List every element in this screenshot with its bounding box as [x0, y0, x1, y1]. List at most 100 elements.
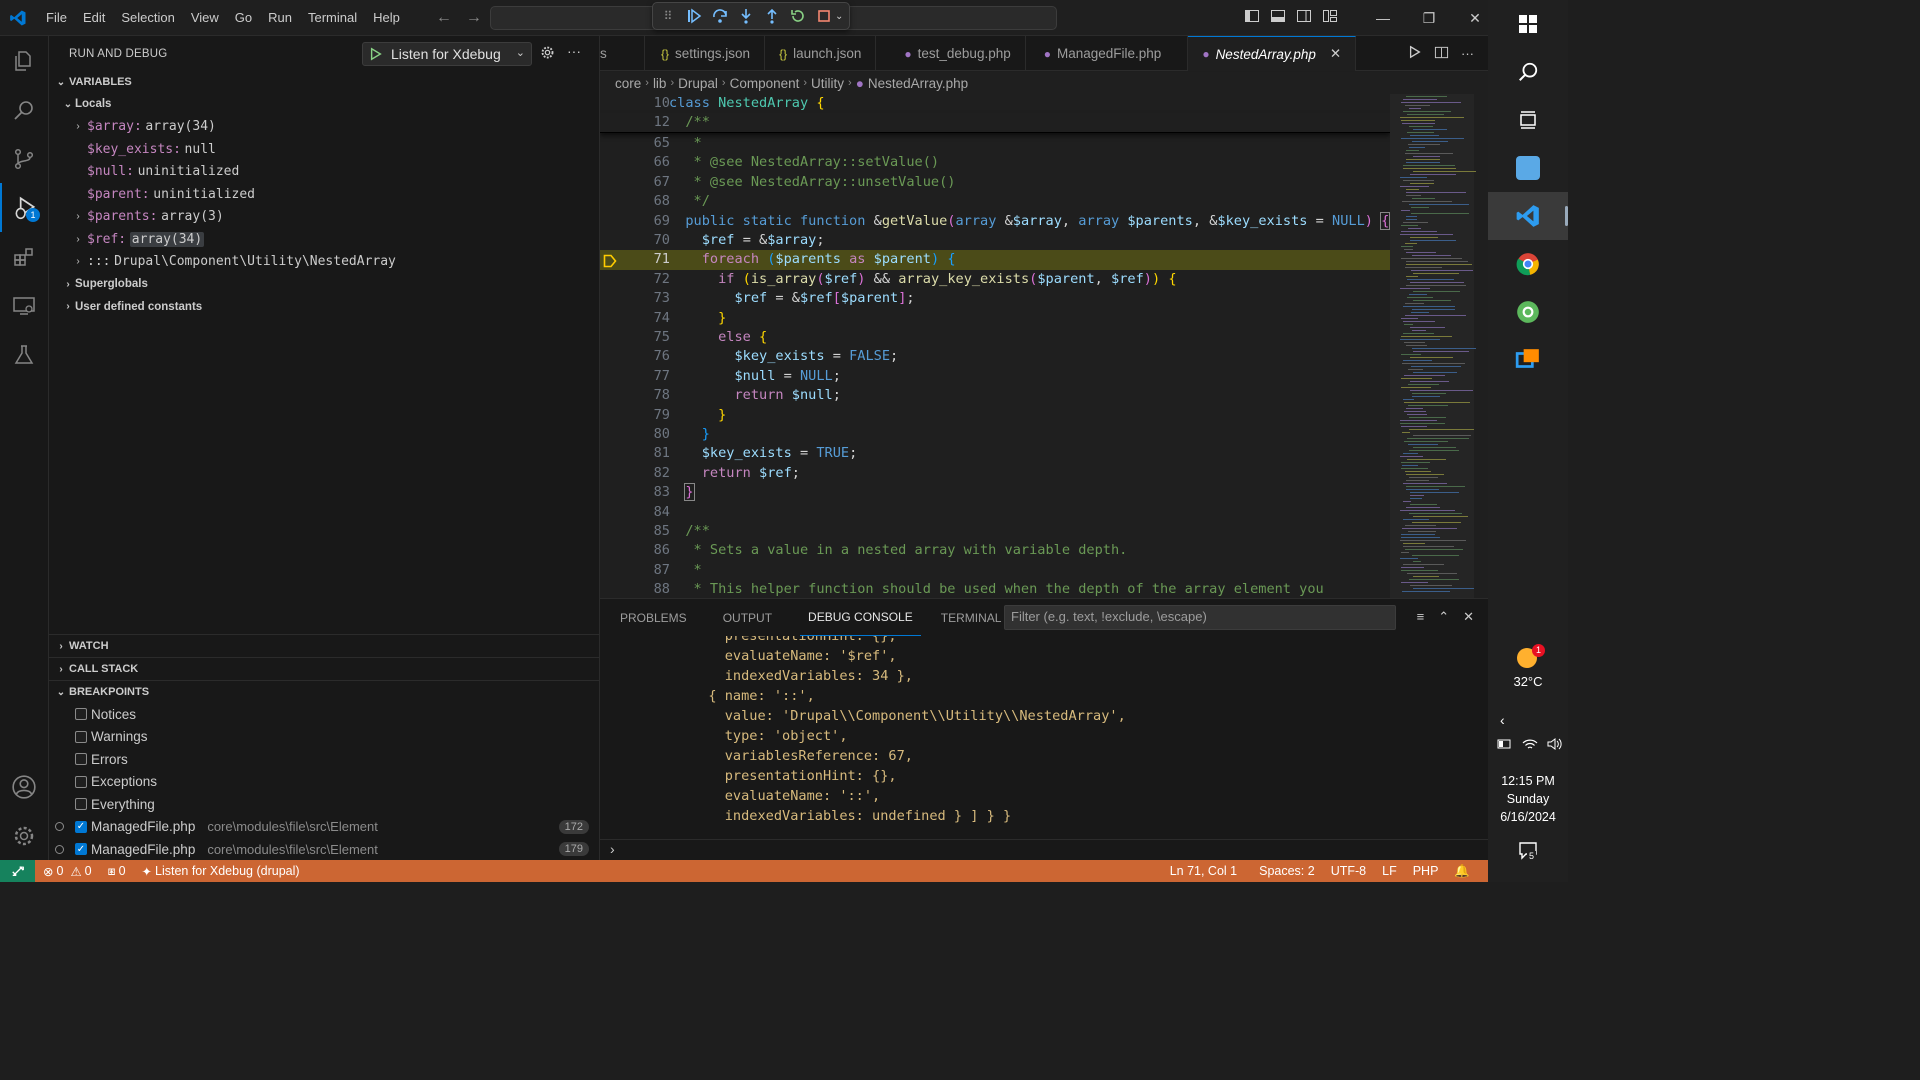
volume-icon[interactable]	[1547, 738, 1563, 753]
open-launch-json-gear-icon[interactable]	[540, 45, 555, 63]
launch-config-select[interactable]: Listen for Xdebug ⌄	[362, 42, 532, 66]
restore-icon[interactable]: ❐	[1406, 0, 1452, 36]
tab-terminal[interactable]: TERMINAL	[933, 599, 1010, 636]
variable-row[interactable]: › $ref: array(34)	[49, 228, 599, 251]
manage-gear-icon[interactable]	[0, 811, 48, 860]
variable-row[interactable]: › $parents: array(3)	[49, 206, 599, 229]
console-prompt-chevron-icon[interactable]: ›	[610, 841, 615, 857]
search-icon[interactable]	[0, 85, 48, 134]
exception-breakpoint-notices[interactable]: Notices	[49, 703, 599, 726]
checkbox[interactable]: ✓	[75, 843, 87, 856]
tab-test-debug-php[interactable]: ● test_debug.php	[876, 36, 1026, 71]
close-tab-icon[interactable]: ✕	[1330, 46, 1341, 62]
menu-file[interactable]: File	[38, 0, 75, 36]
cursor-position[interactable]: Ln 71, Col 1	[1162, 864, 1245, 879]
variable-row[interactable]: › $array: array(34)	[49, 116, 599, 139]
drag-handle-icon[interactable]: ⠿	[659, 7, 677, 25]
exception-breakpoint-warnings[interactable]: Warnings	[49, 726, 599, 749]
checkbox[interactable]	[75, 798, 87, 811]
search-icon[interactable]	[1488, 48, 1568, 96]
menu-go[interactable]: Go	[227, 0, 260, 36]
customize-layout-icon[interactable]	[1322, 8, 1338, 27]
wifi-icon[interactable]	[1522, 738, 1538, 753]
clock[interactable]: 12:15 PM Sunday 6/16/2024	[1488, 772, 1568, 826]
forward-arrow-icon[interactable]: →	[466, 9, 482, 27]
show-hidden-icons-chevron-icon[interactable]: ‹	[1500, 712, 1505, 728]
tab-nestedarray-php[interactable]: ● NestedArray.php ✕	[1188, 36, 1357, 71]
breadcrumb-item[interactable]: Drupal	[678, 76, 718, 91]
run-icon[interactable]	[1408, 45, 1422, 62]
battery-icon[interactable]	[1497, 738, 1513, 753]
chrome-icon[interactable]	[1488, 240, 1568, 288]
tab-launch-json[interactable]: {} launch.json	[765, 36, 877, 71]
continue-icon[interactable]	[685, 7, 703, 25]
breadcrumb-item[interactable]: lib	[653, 76, 667, 91]
windows-start-icon[interactable]	[1488, 0, 1568, 48]
word-wrap-icon[interactable]: ≡	[1417, 609, 1425, 625]
locals-scope[interactable]: ⌄ Locals	[49, 93, 599, 116]
menu-selection[interactable]: Selection	[113, 0, 182, 36]
variable-row[interactable]: ›::: Drupal\Component\Utility\NestedArra…	[49, 251, 599, 274]
checkbox[interactable]	[75, 753, 87, 766]
code-editor[interactable]: 10 class NestedArray { 12 /** 65 * 66 * @…	[600, 94, 1488, 598]
variable-row[interactable]: $key_exists: null	[49, 138, 599, 161]
breadcrumb-item[interactable]: Utility	[811, 76, 844, 91]
toggle-secondary-sidebar-icon[interactable]	[1296, 8, 1312, 27]
extensions-icon[interactable]	[0, 232, 48, 281]
app-icon[interactable]	[1488, 144, 1568, 192]
exception-breakpoint-errors[interactable]: Errors	[49, 748, 599, 771]
back-arrow-icon[interactable]: ←	[436, 9, 452, 27]
weather-widget[interactable]: 1 32°C	[1488, 644, 1568, 689]
debug-session-status[interactable]: ✦ Listen for Xdebug (drupal)	[134, 864, 308, 879]
remote-explorer-icon[interactable]	[0, 281, 48, 330]
task-view-icon[interactable]	[1488, 96, 1568, 144]
menu-run[interactable]: Run	[260, 0, 300, 36]
more-actions-icon[interactable]: ···	[567, 43, 581, 59]
chevron-down-icon[interactable]: ⌄	[516, 46, 525, 59]
language-mode[interactable]: PHP	[1405, 864, 1447, 879]
variable-row[interactable]: $null: uninitialized	[49, 161, 599, 184]
checkbox[interactable]	[75, 730, 87, 743]
maximize-panel-icon[interactable]: ⌃	[1438, 609, 1449, 625]
minimize-icon[interactable]: —	[1360, 0, 1406, 36]
menu-edit[interactable]: Edit	[75, 0, 113, 36]
watch-section-header[interactable]: › WATCH	[49, 635, 599, 657]
checkbox[interactable]: ✓	[75, 820, 87, 833]
run-and-debug-icon[interactable]: 1	[0, 183, 48, 232]
toggle-panel-icon[interactable]	[1270, 8, 1286, 27]
breadcrumb-item[interactable]: NestedArray.php	[868, 76, 968, 91]
exception-breakpoint-exceptions[interactable]: Exceptions	[49, 771, 599, 794]
more-actions-icon[interactable]: ···	[1461, 46, 1474, 61]
variable-row[interactable]: $parent: uninitialized	[49, 183, 599, 206]
end-of-line[interactable]: LF	[1374, 864, 1405, 879]
constants-scope[interactable]: › User defined constants	[49, 296, 599, 319]
vscode-taskbar-icon[interactable]	[1488, 192, 1568, 240]
breakpoint-item[interactable]: ✓ ManagedFile.php core\modules\file\src\El…	[49, 838, 599, 861]
ports-status[interactable]: ⧆ 0	[100, 864, 134, 879]
remote-desktop-icon[interactable]	[1488, 336, 1568, 384]
indentation[interactable]: Spaces: 2	[1251, 864, 1323, 879]
tab-settings-json[interactable]: {} settings.json	[645, 36, 766, 71]
breakpoint-item[interactable]: ✓ ManagedFile.php core\modules\file\src\El…	[49, 816, 599, 839]
split-editor-icon[interactable]	[1434, 45, 1449, 63]
breakpoints-section-header[interactable]: ⌄ BREAKPOINTS	[49, 681, 599, 703]
tab-problems[interactable]: PROBLEMS	[612, 599, 695, 636]
menu-terminal[interactable]: Terminal	[300, 0, 365, 36]
close-panel-icon[interactable]: ✕	[1463, 609, 1474, 625]
restart-icon[interactable]	[789, 7, 807, 25]
breadcrumb-item[interactable]: Component	[730, 76, 800, 91]
account-icon[interactable]	[0, 762, 48, 811]
checkbox[interactable]	[75, 708, 87, 721]
explorer-icon[interactable]	[0, 36, 48, 85]
encoding[interactable]: UTF-8	[1323, 864, 1374, 879]
notification-center-icon[interactable]: 5	[1518, 840, 1538, 863]
console-filter-input[interactable]: Filter (e.g. text, !exclude, \escape)	[1004, 605, 1396, 630]
superglobals-scope[interactable]: › Superglobals	[49, 273, 599, 296]
testing-icon[interactable]	[0, 330, 48, 379]
breadcrumb-item[interactable]: core	[615, 76, 641, 91]
remote-indicator-icon[interactable]	[0, 860, 35, 882]
variables-section-header[interactable]: ⌄ VARIABLES	[49, 71, 599, 93]
minimap[interactable]	[1390, 94, 1488, 598]
step-over-icon[interactable]	[711, 7, 729, 25]
tab-debug-console[interactable]: DEBUG CONSOLE	[800, 599, 921, 636]
